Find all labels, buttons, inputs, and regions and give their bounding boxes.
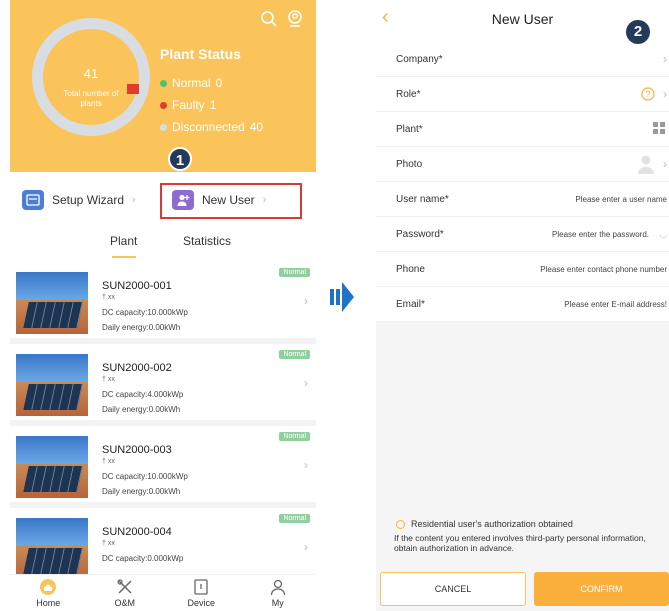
plant-thumbnail bbox=[16, 272, 88, 334]
list-item[interactable]: SUN2000-003 † xx DC capacity:10.000kWp D… bbox=[10, 426, 316, 508]
plant-capacity: DC capacity:0.000kWp bbox=[102, 554, 184, 563]
username-placeholder: Please enter a user name bbox=[575, 195, 667, 204]
status-faulty: Faulty 1 bbox=[160, 98, 216, 112]
username-field[interactable]: User name* Please enter a user name bbox=[376, 182, 669, 217]
chevron-right-icon: › bbox=[304, 294, 308, 308]
new-user-screen: ‹ New User 2 Company* › Role* ? › Plant*… bbox=[376, 0, 669, 611]
phone-placeholder: Please enter contact phone number bbox=[540, 265, 667, 274]
device-icon bbox=[194, 579, 208, 595]
setup-wizard-icon bbox=[22, 190, 44, 210]
tab-statistics[interactable]: Statistics bbox=[183, 234, 231, 248]
page-title: New User bbox=[491, 11, 554, 27]
plant-location: † xx bbox=[102, 458, 115, 465]
cancel-button[interactable]: CANCEL bbox=[380, 572, 526, 606]
plant-capacity: DC capacity:10.000kWp bbox=[102, 472, 188, 481]
list-item[interactable]: SUN2000-001 † xx DC capacity:10.000kWp D… bbox=[10, 262, 316, 344]
plant-name: SUN2000-004 bbox=[102, 526, 172, 538]
chevron-right-icon: › bbox=[663, 87, 667, 101]
eye-icon[interactable]: ◡ bbox=[659, 229, 667, 240]
disconnected-dot bbox=[160, 123, 167, 131]
authorization-section: Residential user's authorization obtaine… bbox=[394, 519, 669, 553]
quick-actions: Setup Wizard › New User › bbox=[10, 180, 316, 220]
plant-thumbnail bbox=[16, 518, 88, 580]
plant-status-title: Plant Status bbox=[160, 46, 241, 62]
password-field[interactable]: Password* Please enter the password. ◡ bbox=[376, 217, 669, 252]
step-badge-2: 2 bbox=[626, 20, 650, 44]
chevron-right-icon: › bbox=[663, 52, 667, 66]
phone-field[interactable]: Phone Please enter contact phone number bbox=[376, 252, 669, 287]
authorization-note: If the content you entered involves thir… bbox=[394, 533, 646, 554]
radio-icon bbox=[396, 520, 405, 530]
plant-list: SUN2000-001 † xx DC capacity:10.000kWp D… bbox=[10, 262, 316, 590]
grid-icon[interactable] bbox=[653, 122, 665, 137]
plant-capacity: DC capacity:4.000kWp bbox=[102, 390, 184, 399]
add-user-icon bbox=[172, 190, 194, 210]
nav-device[interactable]: Device bbox=[163, 575, 240, 611]
status-badge: Normal bbox=[279, 514, 310, 523]
help-icon[interactable]: ? bbox=[641, 87, 655, 104]
status-badge: Normal bbox=[279, 268, 310, 277]
home-screen: 41 Total number of plants Plant Status N… bbox=[10, 0, 316, 611]
tab-plant[interactable]: Plant bbox=[110, 234, 137, 248]
normal-dot bbox=[160, 79, 167, 87]
plant-name: SUN2000-002 bbox=[102, 362, 172, 374]
search-icon[interactable] bbox=[260, 10, 278, 28]
photo-field[interactable]: Photo › bbox=[376, 147, 669, 182]
total-plants-count: 41 bbox=[83, 66, 99, 81]
new-user-button[interactable]: New User › bbox=[172, 190, 266, 210]
plant-daily-energy: Daily energy:0.00kWh bbox=[102, 323, 181, 332]
plant-thumbnail bbox=[16, 436, 88, 498]
new-user-form: Company* › Role* ? › Plant* Photo › User… bbox=[376, 42, 669, 322]
plant-daily-energy: Daily energy:0.00kWh bbox=[102, 487, 181, 496]
home-icon bbox=[40, 579, 57, 595]
chevron-right-icon: › bbox=[132, 194, 136, 206]
total-plants-label: Total number of plants bbox=[63, 89, 119, 108]
plant-name: SUN2000-001 bbox=[102, 280, 172, 292]
chevron-right-icon: › bbox=[304, 540, 308, 554]
plant-status-card: 41 Total number of plants Plant Status N… bbox=[10, 0, 316, 172]
status-normal: Normal 0 bbox=[160, 76, 222, 90]
messages-icon[interactable] bbox=[286, 10, 304, 28]
bottom-nav: Home O&M Device My bbox=[10, 574, 316, 611]
tools-icon bbox=[117, 579, 132, 594]
role-field[interactable]: Role* ? › bbox=[376, 77, 669, 112]
active-tab-indicator bbox=[112, 256, 136, 258]
nav-my[interactable]: My bbox=[240, 575, 317, 611]
authorization-checkbox[interactable]: Residential user's authorization obtaine… bbox=[396, 519, 669, 530]
plant-name: SUN2000-003 bbox=[102, 444, 172, 456]
plant-thumbnail bbox=[16, 354, 88, 416]
plant-daily-energy: Daily energy:0.00kWh bbox=[102, 405, 181, 414]
svg-text:?: ? bbox=[645, 89, 650, 99]
chevron-right-icon: › bbox=[304, 376, 308, 390]
plant-location: † xx bbox=[102, 376, 115, 383]
email-field[interactable]: Email* Please enter E-mail address! bbox=[376, 287, 669, 322]
chevron-right-icon: › bbox=[262, 194, 267, 206]
step-badge-1: 1 bbox=[168, 147, 192, 171]
status-disconnected: Disconnected 40 bbox=[160, 120, 263, 134]
chevron-right-icon: › bbox=[304, 458, 308, 472]
nav-home[interactable]: Home bbox=[10, 575, 87, 611]
form-background bbox=[376, 322, 669, 611]
faulty-dot bbox=[160, 101, 167, 109]
status-badge: Normal bbox=[279, 350, 310, 359]
plant-location: † xx bbox=[102, 540, 115, 547]
status-badge: Normal bbox=[279, 432, 310, 441]
user-icon bbox=[270, 579, 285, 596]
chevron-right-icon: › bbox=[663, 157, 667, 171]
list-item[interactable]: SUN2000-002 † xx DC capacity:4.000kWp Da… bbox=[10, 344, 316, 426]
plant-location: † xx bbox=[102, 294, 115, 301]
avatar-placeholder-icon bbox=[637, 154, 655, 177]
setup-wizard-button[interactable]: Setup Wizard › bbox=[22, 190, 136, 210]
password-placeholder: Please enter the password. bbox=[552, 230, 649, 239]
header: ‹ New User 2 bbox=[376, 0, 669, 44]
nav-om[interactable]: O&M bbox=[87, 575, 164, 611]
email-placeholder: Please enter E-mail address! bbox=[564, 300, 667, 309]
plant-field[interactable]: Plant* bbox=[376, 112, 669, 147]
top-icons bbox=[260, 10, 304, 28]
confirm-button[interactable]: CONFIRM bbox=[534, 572, 669, 606]
company-field[interactable]: Company* › bbox=[376, 42, 669, 77]
flow-arrow-icon bbox=[330, 282, 354, 312]
plant-capacity: DC capacity:10.000kWp bbox=[102, 308, 188, 317]
tab-bar: Plant Statistics bbox=[10, 234, 316, 262]
